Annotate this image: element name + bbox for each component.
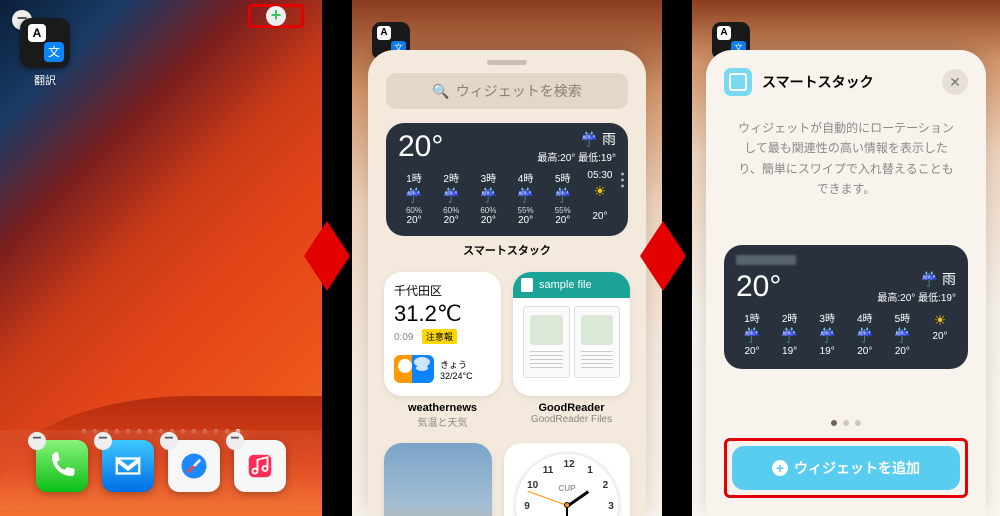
add-widget-button[interactable]: + ウィジェットを追加 bbox=[732, 446, 960, 490]
preview-high-low: 最高:20° 最低:19° bbox=[877, 289, 956, 304]
gr-title: GoodReader bbox=[513, 402, 630, 414]
wn-location: 千代田区 bbox=[394, 282, 491, 299]
smart-stack-description: ウィジェットが自動的にローテーションして最も関連性の高い情報を表示したり、簡単に… bbox=[734, 118, 958, 200]
widget-gallery-panel: 🔍 ウィジェットを検索 20° ☔ 雨 最高:20° 最低:19° 1時☔60%… bbox=[352, 0, 662, 516]
remove-badge[interactable]: − bbox=[160, 432, 178, 450]
translate-app[interactable]: − 翻訳 bbox=[20, 18, 70, 88]
smart-stack-size-preview[interactable]: 20° ☔ 雨 最高:20° 最低:19° 1時☔20°2時☔19°3時☔19°… bbox=[724, 245, 968, 369]
mail-icon bbox=[113, 451, 143, 481]
add-widget-button[interactable]: + bbox=[266, 6, 286, 26]
safari-app[interactable]: − bbox=[168, 440, 220, 492]
arrow-icon bbox=[640, 221, 686, 291]
add-widget-highlight: + ウィジェットを追加 bbox=[724, 438, 968, 498]
close-button[interactable]: ✕ bbox=[942, 69, 968, 95]
goodreader-header: sample file bbox=[513, 272, 630, 298]
weathernews-widget[interactable]: 千代田区 31.2℃ 0:09 注意報 きょう 32/24°C weathern… bbox=[384, 272, 501, 429]
app-label: 翻訳 bbox=[20, 72, 70, 88]
smart-stack-icon bbox=[724, 68, 752, 96]
dock: − − − − bbox=[0, 430, 322, 510]
add-widget-label: ウィジェットを追加 bbox=[794, 458, 920, 478]
document-icon bbox=[521, 278, 533, 292]
weather-temp: 20° bbox=[398, 130, 443, 164]
arrow-icon bbox=[304, 221, 350, 291]
clock-widget[interactable]: 121234567891011CUP 時計 bbox=[504, 443, 630, 516]
safari-icon bbox=[179, 451, 209, 481]
mail-app[interactable]: − bbox=[102, 440, 154, 492]
smart-stack-title: スマートスタック bbox=[762, 72, 932, 92]
search-placeholder: ウィジェットを検索 bbox=[456, 81, 582, 101]
smart-stack-preview[interactable]: 20° ☔ 雨 最高:20° 最低:19° 1時☔60%20°2時☔60%20°… bbox=[386, 123, 628, 236]
weather-high-low: 最高:20° 最低:19° bbox=[537, 149, 616, 164]
sheet-grabber[interactable] bbox=[487, 60, 527, 65]
preview-hourly: 1時☔20°2時☔19°3時☔19°4時☔20°5時☔20°☀20° bbox=[736, 310, 956, 357]
photos-widget[interactable]: 8月29日 2012年 bbox=[384, 443, 492, 516]
phone-icon bbox=[47, 451, 77, 481]
clock-center bbox=[564, 502, 570, 508]
smart-stack-detail-panel: スマートスタック ✕ ウィジェットが自動的にローテーションして最も関連性の高い情… bbox=[692, 0, 1000, 516]
smart-stack-label: スマートスタック bbox=[368, 242, 646, 258]
music-icon bbox=[245, 451, 275, 481]
wn-range: 32/24°C bbox=[440, 371, 473, 381]
wn-temp: 31.2℃ bbox=[394, 301, 491, 327]
wn-warning-badge: 注意報 bbox=[422, 329, 457, 344]
plus-icon: + bbox=[772, 460, 788, 476]
gr-subtitle: GoodReader Files bbox=[513, 414, 630, 425]
widget-gallery-sheet: 🔍 ウィジェットを検索 20° ☔ 雨 最高:20° 最低:19° 1時☔60%… bbox=[368, 50, 646, 516]
search-icon: 🔍 bbox=[432, 83, 449, 100]
stack-pager[interactable] bbox=[621, 172, 624, 187]
rain-icon: ☔ 雨 bbox=[877, 269, 956, 289]
gr-pages-preview bbox=[523, 306, 620, 378]
clock-face: 121234567891011CUP bbox=[514, 452, 620, 516]
preview-temp: 20° bbox=[736, 270, 781, 304]
translate-icon bbox=[20, 18, 70, 68]
wn-subtitle: 気温と天気 bbox=[384, 414, 501, 429]
remove-badge[interactable]: − bbox=[28, 432, 46, 450]
remove-badge[interactable]: − bbox=[94, 432, 112, 450]
hourly-forecast: 1時☔60%20°2時☔60%20°3時☔60%20°4時☔55%20°5時☔5… bbox=[398, 170, 616, 226]
phone-app[interactable]: − bbox=[36, 440, 88, 492]
widget-search[interactable]: 🔍 ウィジェットを検索 bbox=[386, 73, 628, 109]
size-page-indicator[interactable] bbox=[724, 420, 968, 426]
location-placeholder bbox=[736, 255, 796, 265]
gr-file-name: sample file bbox=[539, 279, 592, 291]
remove-badge[interactable]: − bbox=[226, 432, 244, 450]
rain-icon: ☔ 雨 bbox=[537, 129, 616, 149]
music-app[interactable]: − bbox=[234, 440, 286, 492]
smart-stack-sheet: スマートスタック ✕ ウィジェットが自動的にローテーションして最も関連性の高い情… bbox=[706, 50, 986, 516]
goodreader-widget[interactable]: sample file GoodReader GoodReader Files bbox=[513, 272, 630, 429]
wn-today-label: きょう bbox=[440, 358, 473, 371]
wn-time: 0:09 bbox=[394, 332, 413, 343]
weather-condition-icon bbox=[394, 355, 434, 383]
add-widget-highlight: + bbox=[248, 4, 304, 28]
wn-title: weathernews bbox=[384, 402, 501, 414]
home-screen-panel: − 翻訳 + − − − − bbox=[0, 0, 322, 516]
